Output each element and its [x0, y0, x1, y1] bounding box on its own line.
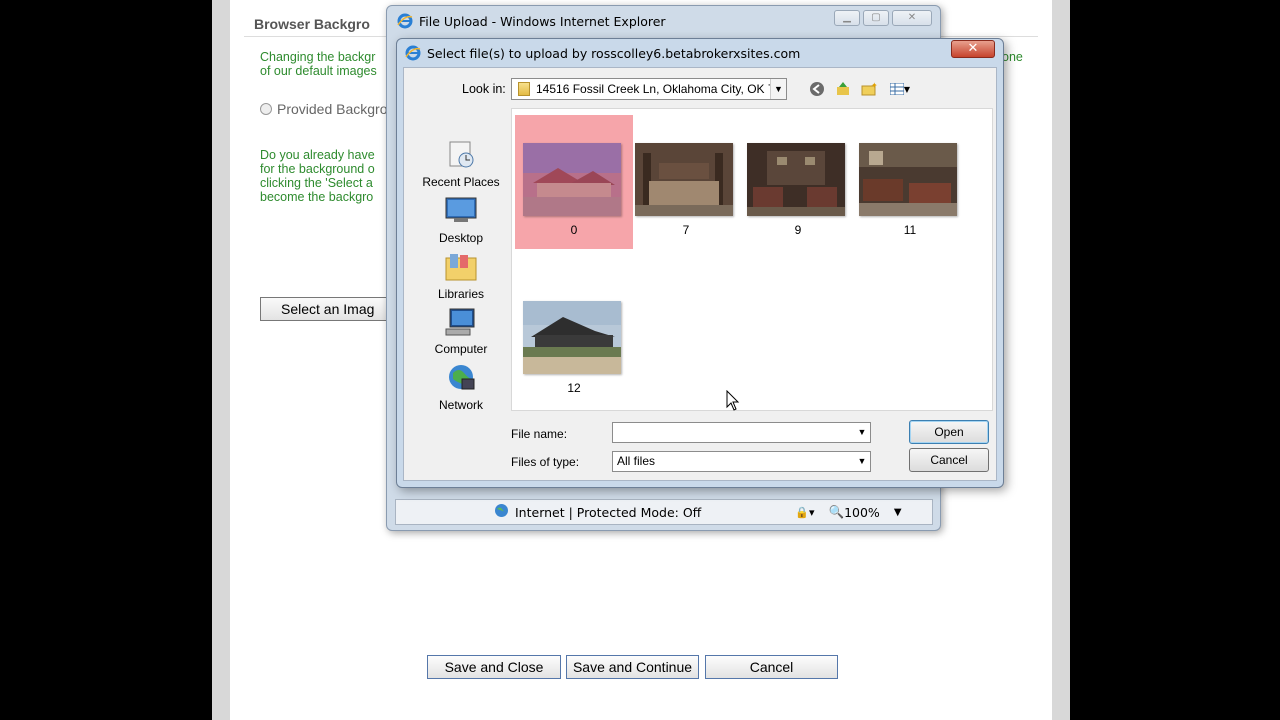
radio-icon[interactable]: [260, 103, 272, 115]
ie-logo-icon: [397, 13, 413, 29]
dialog-close-button[interactable]: ✕: [951, 40, 995, 58]
dialog-body: Look in: 14516 Fossil Creek Ln, Oklahoma…: [403, 67, 997, 481]
computer-icon: [445, 308, 475, 336]
section-heading: Browser Backgro: [254, 16, 370, 32]
look-in-dropdown[interactable]: 14516 Fossil Creek Ln, Oklahoma City, OK…: [511, 78, 787, 100]
file-item[interactable]: 12: [515, 273, 633, 407]
look-in-label: Look in:: [462, 82, 506, 96]
network-icon: [449, 365, 475, 390]
file-item[interactable]: 11: [851, 115, 969, 249]
description-line-right: one: [1002, 50, 1023, 64]
place-network[interactable]: Network: [416, 363, 506, 412]
ie-window-title: File Upload - Windows Internet Explorer: [419, 13, 666, 29]
chevron-down-icon[interactable]: ▼: [770, 79, 786, 99]
place-computer[interactable]: Computer: [416, 307, 506, 356]
place-label: Desktop: [438, 231, 484, 245]
description-line: Changing the backgr: [260, 50, 376, 64]
files-of-type-value: All files: [617, 454, 656, 468]
thumbnail-image: [747, 143, 845, 216]
zoom-icon[interactable]: 🔍: [829, 504, 845, 520]
place-label: Recent Places: [422, 175, 500, 189]
look-in-value: 14516 Fossil Creek Ln, Oklahoma City, OK…: [536, 82, 782, 96]
dialog-title: Select file(s) to upload by rosscolley6.…: [427, 45, 801, 61]
file-dialog: Select file(s) to upload by rosscolley6.…: [396, 38, 1004, 488]
chevron-down-icon[interactable]: ▼: [854, 452, 870, 471]
file-item[interactable]: 0: [515, 115, 633, 249]
thumbnail-image: [523, 143, 621, 216]
file-name-label: 0: [570, 223, 578, 237]
thumbnail-image: [523, 301, 621, 374]
status-text: Internet | Protected Mode: Off: [515, 504, 702, 520]
file-name-label: 7: [682, 223, 690, 237]
maximize-icon[interactable]: ▢: [863, 10, 889, 26]
place-recent-places[interactable]: Recent Places: [416, 140, 506, 189]
new-folder-icon[interactable]: ✦: [860, 80, 878, 98]
thumbnail-image: [635, 143, 733, 216]
ie-logo-icon: [405, 45, 421, 61]
files-of-type-dropdown[interactable]: All files ▼: [612, 451, 871, 472]
radio-label: Provided Backgro: [277, 101, 388, 117]
open-button[interactable]: Open: [909, 420, 989, 444]
provided-background-radio[interactable]: Provided Backgro: [260, 101, 388, 117]
file-name-field-label: File name:: [511, 427, 568, 441]
dialog-cancel-button[interactable]: Cancel: [909, 448, 989, 472]
files-of-type-label: Files of type:: [511, 455, 580, 469]
zoom-dropdown-icon[interactable]: ▼: [894, 507, 902, 518]
dialog-titlebar: Select file(s) to upload by rosscolley6.…: [397, 39, 1003, 67]
desktop-icon: [445, 197, 477, 222]
place-label: Libraries: [437, 287, 485, 301]
back-icon[interactable]: [808, 80, 826, 98]
file-name-input[interactable]: ▼: [612, 422, 871, 443]
description-line: clicking the 'Select a: [260, 176, 373, 190]
file-name-label: 11: [903, 223, 917, 237]
place-label: Network: [438, 398, 483, 412]
file-name-label: 9: [794, 223, 802, 237]
description-line: of our default images: [260, 64, 377, 78]
file-item[interactable]: 9: [739, 115, 857, 249]
save-and-continue-button[interactable]: Save and Continue: [566, 655, 699, 679]
chevron-down-icon[interactable]: ▼: [854, 423, 870, 442]
svg-text:✦: ✦: [871, 81, 877, 90]
up-folder-icon[interactable]: [834, 80, 852, 98]
page-cancel-button[interactable]: Cancel: [705, 655, 838, 679]
window-controls: ▁ ▢ ✕: [834, 10, 932, 26]
dialog-toolbar: ✦ ▼: [808, 80, 914, 98]
thumbnail-image: [859, 143, 957, 216]
file-name-label: 12: [567, 381, 581, 395]
mouse-cursor-icon: [726, 390, 740, 411]
file-list-view[interactable]: 0 7 9 11 12: [511, 108, 993, 411]
folder-icon: [518, 82, 530, 96]
place-label: Computer: [434, 342, 488, 356]
description-line: Do you already have: [260, 148, 375, 162]
recent-places-icon: [449, 141, 474, 168]
ie-status-bar: Internet | Protected Mode: Off 🔒▾ 🔍 100%…: [395, 499, 933, 525]
globe-icon: [494, 503, 509, 521]
description-line: for the background o: [260, 162, 375, 176]
minimize-icon[interactable]: ▁: [834, 10, 860, 26]
security-icon[interactable]: 🔒▾: [795, 506, 814, 519]
description-line: become the backgro: [260, 190, 374, 204]
view-menu-icon[interactable]: ▼: [886, 80, 914, 98]
place-desktop[interactable]: Desktop: [416, 196, 506, 245]
save-and-close-button[interactable]: Save and Close: [427, 655, 561, 679]
zoom-level[interactable]: 100%: [844, 505, 880, 520]
libraries-icon: [445, 254, 477, 281]
close-window-icon[interactable]: ✕: [892, 10, 932, 26]
place-libraries[interactable]: Libraries: [416, 252, 506, 301]
file-item[interactable]: 7: [627, 115, 745, 249]
